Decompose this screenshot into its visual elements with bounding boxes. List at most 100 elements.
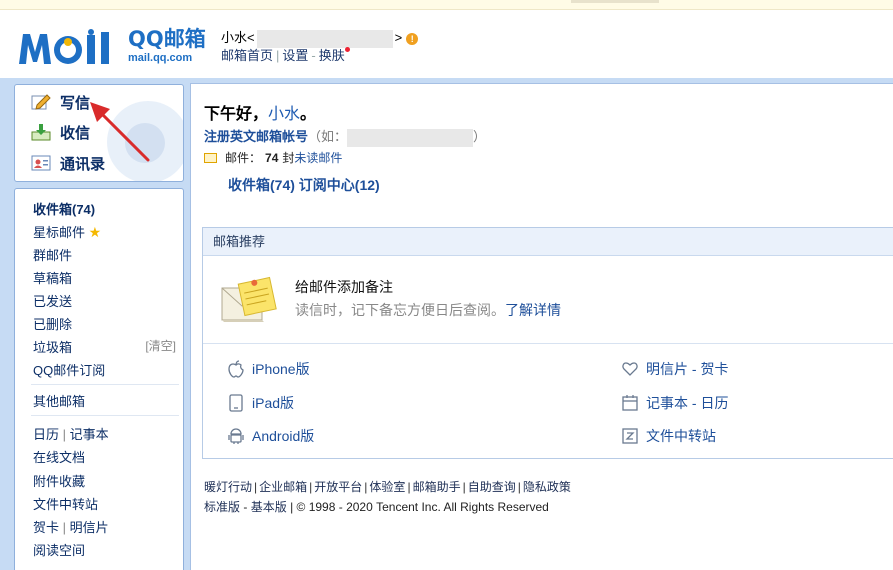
- separator: |: [517, 480, 521, 494]
- email-open: <: [247, 30, 255, 45]
- unread-prefix: 邮件：: [225, 151, 262, 165]
- content-frame: 写信 收信 通讯录 收件箱(74) 星标邮件 ★ 群邮件 草稿箱 已发送 已删除…: [0, 78, 893, 570]
- folder-subscriptions[interactable]: QQ邮件订阅: [33, 360, 105, 379]
- unread-count: 74: [265, 150, 279, 165]
- download-icon: [31, 124, 51, 141]
- footer-link[interactable]: 邮箱助手: [413, 480, 461, 494]
- separator: |: [62, 520, 67, 535]
- register-hint-redacted: [347, 128, 474, 147]
- postcard-app-link[interactable]: 明信片 - 贺卡: [622, 359, 728, 379]
- iphone-app-link[interactable]: iPhone版: [228, 359, 310, 379]
- cards-link[interactable]: 贺卡: [33, 520, 59, 535]
- calendar-link[interactable]: 日历: [33, 427, 59, 442]
- header: QQ邮箱 mail.qq.com 小水< >! 邮箱首页 | 设置 - 换肤: [0, 11, 893, 78]
- transfer-link[interactable]: 文件中转站: [33, 494, 98, 513]
- standard-version-link[interactable]: 标准版: [204, 500, 240, 514]
- folder-other[interactable]: 其他邮箱: [33, 391, 85, 410]
- basic-version-link[interactable]: 基本版: [251, 500, 287, 514]
- receive-button[interactable]: 收信: [31, 118, 90, 146]
- transfer-icon: [622, 428, 638, 444]
- contacts-button[interactable]: 通讯录: [31, 149, 105, 177]
- warning-icon[interactable]: !: [406, 32, 419, 45]
- brand-domain: mail.qq.com: [128, 52, 193, 64]
- unread-link[interactable]: 未读邮件: [294, 149, 342, 166]
- notes-link[interactable]: 记事本: [70, 427, 109, 442]
- android-label: Android版: [252, 428, 315, 444]
- quick-boxes: 收件箱(74) 订阅中心(12): [228, 175, 380, 195]
- ipad-label: iPad版: [252, 395, 295, 411]
- unread-summary: 邮件： 74 封未读邮件: [204, 149, 342, 166]
- postcard-label: 明信片 - 贺卡: [646, 361, 729, 377]
- register-link[interactable]: 注册英文邮箱帐号: [204, 129, 308, 144]
- folder-inbox[interactable]: 收件箱(74): [33, 199, 95, 218]
- top-notice-bar: [0, 0, 893, 10]
- left-sidebar: 写信 收信 通讯录 收件箱(74) 星标邮件 ★ 群邮件 草稿箱 已发送 已删除…: [0, 78, 190, 570]
- penguin-watermark-inner: [125, 123, 165, 163]
- subscribe-link[interactable]: 订阅中心(12): [299, 177, 380, 193]
- postcards-link[interactable]: 明信片: [70, 520, 109, 535]
- note-feature-desc: 读信时，记下备忘方便日后查阅。了解详情: [295, 300, 561, 320]
- greeting-end: 。: [300, 106, 317, 123]
- contacts-label: 通讯录: [60, 155, 106, 173]
- separator: |: [254, 480, 258, 494]
- dash: -: [311, 48, 316, 63]
- attachments-link[interactable]: 附件收藏: [33, 471, 85, 490]
- home-link[interactable]: 邮箱首页: [221, 48, 273, 63]
- android-icon: [228, 428, 244, 444]
- compose-button[interactable]: 写信: [31, 88, 90, 116]
- folder-group[interactable]: 群邮件: [33, 245, 72, 264]
- envelope-icon: [204, 152, 217, 163]
- mail-logo[interactable]: [17, 28, 125, 68]
- inbox-link[interactable]: 收件箱(74): [228, 177, 295, 193]
- note-desc-text: 读信时，记下备忘方便日后查阅。: [295, 302, 505, 318]
- contacts-icon: [31, 155, 51, 171]
- android-app-link[interactable]: Android版: [228, 426, 314, 446]
- recommend-panel: 邮箱推荐 给邮件添加备注 读信时，记下备忘方便日后查阅。了解详情 iPhone版…: [202, 227, 893, 459]
- email-close: >: [394, 30, 403, 45]
- footer-link[interactable]: 自助查询: [468, 480, 516, 494]
- main-content: 下午好，小水。 注册英文邮箱帐号（如： ） 邮件： 74 封未读邮件 收件箱(74) …: [190, 83, 893, 570]
- unread-unit: 封: [282, 151, 295, 165]
- footer-link[interactable]: 暖灯行动: [204, 480, 252, 494]
- folder-sent[interactable]: 已发送: [33, 291, 72, 310]
- clear-spam-button[interactable]: [清空]: [145, 337, 176, 354]
- learn-more-link[interactable]: 了解详情: [505, 302, 561, 318]
- separator: |: [309, 480, 313, 494]
- star-icon: ★: [88, 224, 102, 240]
- separator: |: [276, 48, 280, 63]
- folder-drafts[interactable]: 草稿箱: [33, 268, 72, 287]
- folder-deleted[interactable]: 已删除: [33, 314, 72, 333]
- note-feature-title: 给邮件添加备注: [295, 279, 393, 295]
- greeting-name: 小水: [268, 106, 301, 123]
- separator: |: [62, 427, 67, 442]
- new-badge-dot: [344, 47, 350, 52]
- iphone-label: iPhone版: [252, 361, 310, 377]
- transfer-app-link[interactable]: 文件中转站: [622, 426, 716, 446]
- divider: [31, 384, 179, 385]
- docs-link[interactable]: 在线文档: [33, 447, 85, 466]
- footer-link[interactable]: 隐私政策: [523, 480, 571, 494]
- folder-starred[interactable]: 星标邮件 ★: [33, 222, 101, 241]
- ipad-app-link[interactable]: iPad版: [228, 393, 294, 413]
- heart-icon: [622, 362, 638, 376]
- notebook-app-link[interactable]: 记事本 - 日历: [622, 393, 728, 413]
- divider: [31, 415, 179, 416]
- footer-links: 暖灯行动 | 企业邮箱 | 开放平台 | 体验室 | 邮箱助手 | 自助查询 | 隐私政策: [204, 478, 571, 495]
- footer-link[interactable]: 企业邮箱: [259, 480, 307, 494]
- pencil-icon: [31, 94, 51, 110]
- footer-link[interactable]: 体验室: [369, 480, 405, 494]
- calendar-icon: [622, 395, 638, 411]
- tools-row-cards: 贺卡 | 明信片: [33, 517, 109, 536]
- receive-label: 收信: [60, 124, 91, 142]
- register-hint-open: （如：: [308, 129, 348, 144]
- footer-link[interactable]: 开放平台: [314, 480, 362, 494]
- actions-box: 写信 收信 通讯录: [14, 84, 184, 182]
- dash: -: [243, 500, 248, 514]
- settings-link[interactable]: 设置: [282, 48, 308, 63]
- brand-name: QQ邮箱: [128, 27, 206, 51]
- folder-starred-label: 星标邮件: [33, 225, 86, 240]
- separator: |: [407, 480, 411, 494]
- folder-spam[interactable]: 垃圾箱: [33, 337, 72, 356]
- reading-link[interactable]: 阅读空间: [33, 540, 85, 559]
- skin-link[interactable]: 换肤: [319, 48, 345, 63]
